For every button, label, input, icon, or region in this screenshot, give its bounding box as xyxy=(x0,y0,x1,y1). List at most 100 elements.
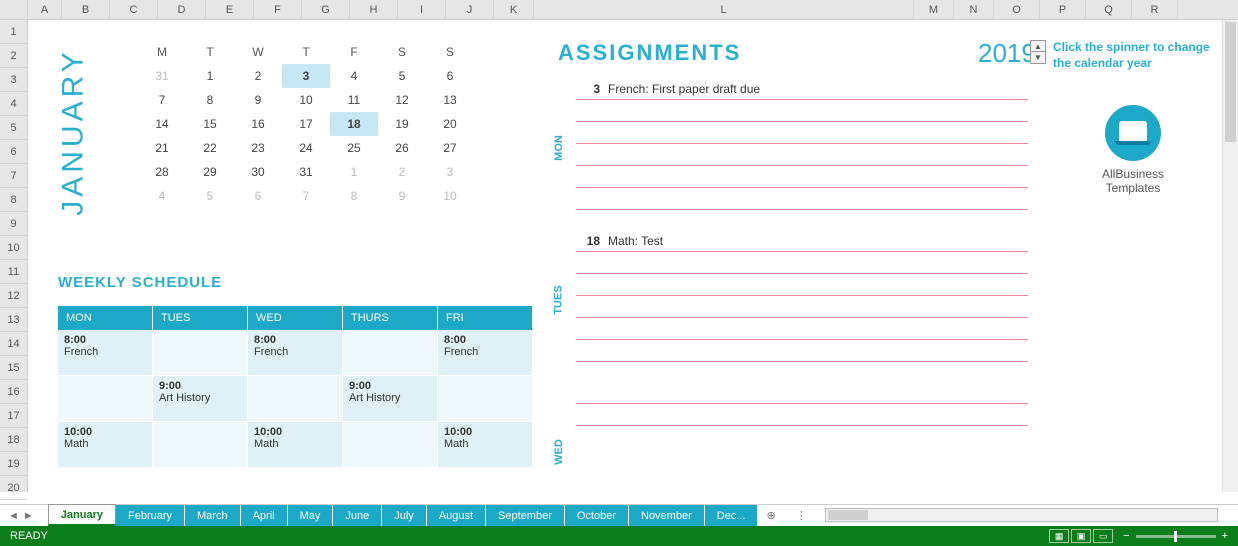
schedule-cell[interactable] xyxy=(438,376,532,422)
assignment-line[interactable] xyxy=(576,296,1028,318)
row-header[interactable]: 10 xyxy=(0,236,27,260)
schedule-cell[interactable]: 8:00French xyxy=(438,330,532,376)
schedule-cell[interactable]: 10:00Math xyxy=(248,422,342,468)
cal-day[interactable]: 9 xyxy=(234,88,282,112)
horizontal-scrollbar[interactable] xyxy=(825,508,1218,522)
view-break-icon[interactable]: ▭ xyxy=(1093,529,1113,543)
cal-day[interactable]: 15 xyxy=(186,112,234,136)
sheet-tab[interactable]: March xyxy=(185,505,241,526)
zoom-in-icon[interactable]: + xyxy=(1222,530,1228,542)
cal-day[interactable]: 16 xyxy=(234,112,282,136)
row-header[interactable]: 6 xyxy=(0,140,27,164)
cal-day[interactable]: 22 xyxy=(186,136,234,160)
col-header[interactable]: C xyxy=(110,0,158,19)
zoom-out-icon[interactable]: − xyxy=(1123,530,1129,542)
schedule-cell[interactable]: 8:00French xyxy=(58,330,152,376)
logo[interactable]: AllBusiness Templates xyxy=(1078,105,1188,196)
col-header[interactable]: H xyxy=(350,0,398,19)
schedule-cell[interactable] xyxy=(58,376,152,422)
cal-day[interactable]: 7 xyxy=(282,184,330,208)
row-header[interactable]: 7 xyxy=(0,164,27,188)
vertical-scrollbar[interactable] xyxy=(1222,20,1238,492)
cal-day[interactable]: 10 xyxy=(282,88,330,112)
col-header[interactable]: D xyxy=(158,0,206,19)
schedule-cell[interactable]: 9:00Art History xyxy=(343,376,437,422)
sheet-tab[interactable]: November xyxy=(629,505,705,526)
spinner-down-icon[interactable]: ▼ xyxy=(1031,52,1045,63)
cal-day[interactable]: 6 xyxy=(426,64,474,88)
cal-day[interactable]: 20 xyxy=(426,112,474,136)
cal-day[interactable]: 27 xyxy=(426,136,474,160)
cal-day[interactable]: 26 xyxy=(378,136,426,160)
schedule-cell[interactable]: 8:00French xyxy=(248,330,342,376)
schedule-cell[interactable] xyxy=(153,422,247,468)
cal-day[interactable]: 23 xyxy=(234,136,282,160)
cal-day[interactable]: 7 xyxy=(138,88,186,112)
cal-day[interactable]: 12 xyxy=(378,88,426,112)
assignment-line[interactable] xyxy=(576,122,1028,144)
col-header[interactable]: N xyxy=(954,0,994,19)
view-page-icon[interactable]: ▣ xyxy=(1071,529,1091,543)
year-spinner[interactable]: ▲ ▼ xyxy=(1030,40,1046,64)
cal-day[interactable]: 21 xyxy=(138,136,186,160)
cal-day[interactable]: 19 xyxy=(378,112,426,136)
assignment-line[interactable] xyxy=(576,340,1028,362)
row-header[interactable]: 12 xyxy=(0,284,27,308)
cal-day[interactable]: 31 xyxy=(282,160,330,184)
cal-day[interactable]: 14 xyxy=(138,112,186,136)
col-header[interactable]: J xyxy=(446,0,494,19)
cal-day[interactable]: 3 xyxy=(282,64,330,88)
cal-day[interactable]: 9 xyxy=(378,184,426,208)
cal-day[interactable]: 4 xyxy=(138,184,186,208)
sheet-tab[interactable]: January xyxy=(48,504,116,526)
col-header[interactable]: E xyxy=(206,0,254,19)
cal-day[interactable]: 11 xyxy=(330,88,378,112)
cal-day[interactable]: 10 xyxy=(426,184,474,208)
sheet-tab[interactable]: June xyxy=(333,505,382,526)
cal-day[interactable]: 4 xyxy=(330,64,378,88)
cal-day[interactable]: 29 xyxy=(186,160,234,184)
cal-day[interactable]: 17 xyxy=(282,112,330,136)
cal-day[interactable]: 31 xyxy=(138,64,186,88)
schedule-cell[interactable]: 10:00Math xyxy=(58,422,152,468)
assignment-line[interactable] xyxy=(576,166,1028,188)
cal-day[interactable]: 8 xyxy=(330,184,378,208)
row-header[interactable]: 15 xyxy=(0,356,27,380)
assignment-line[interactable]: 3French: First paper draft due xyxy=(576,78,1028,100)
col-header[interactable]: F xyxy=(254,0,302,19)
add-sheet-button[interactable]: ⊕ xyxy=(758,505,783,526)
sheet-tab[interactable]: February xyxy=(116,505,185,526)
assignment-line[interactable]: 18Math: Test xyxy=(576,230,1028,252)
col-header[interactable]: Q xyxy=(1086,0,1132,19)
tab-next-icon[interactable]: ► xyxy=(23,510,34,522)
sheet-tab[interactable]: August xyxy=(427,505,486,526)
row-header[interactable]: 18 xyxy=(0,428,27,452)
tab-prev-icon[interactable]: ◄ xyxy=(8,510,19,522)
cal-day[interactable]: 5 xyxy=(186,184,234,208)
row-header[interactable]: 8 xyxy=(0,188,27,212)
row-header[interactable]: 20 xyxy=(0,476,27,500)
col-header[interactable]: B xyxy=(62,0,110,19)
cal-day[interactable]: 1 xyxy=(330,160,378,184)
assignment-line[interactable] xyxy=(576,252,1028,274)
assignment-line[interactable] xyxy=(576,188,1028,210)
zoom-control[interactable]: − + xyxy=(1123,530,1228,542)
row-header[interactable]: 17 xyxy=(0,404,27,428)
zoom-slider[interactable] xyxy=(1136,535,1216,538)
row-header[interactable]: 4 xyxy=(0,92,27,116)
col-header[interactable]: K xyxy=(494,0,534,19)
row-header[interactable]: 1 xyxy=(0,20,27,44)
col-header[interactable]: P xyxy=(1040,0,1086,19)
assignment-line[interactable] xyxy=(576,144,1028,166)
cal-day[interactable]: 30 xyxy=(234,160,282,184)
row-header[interactable]: 5 xyxy=(0,116,27,140)
row-header[interactable]: 13 xyxy=(0,308,27,332)
col-header[interactable]: A xyxy=(28,0,62,19)
row-header[interactable]: 2 xyxy=(0,44,27,68)
cal-day[interactable]: 6 xyxy=(234,184,282,208)
col-header[interactable]: I xyxy=(398,0,446,19)
assignment-line[interactable] xyxy=(576,100,1028,122)
col-header[interactable]: L xyxy=(534,0,914,19)
sheet-tab[interactable]: October xyxy=(565,505,629,526)
cal-day[interactable]: 24 xyxy=(282,136,330,160)
